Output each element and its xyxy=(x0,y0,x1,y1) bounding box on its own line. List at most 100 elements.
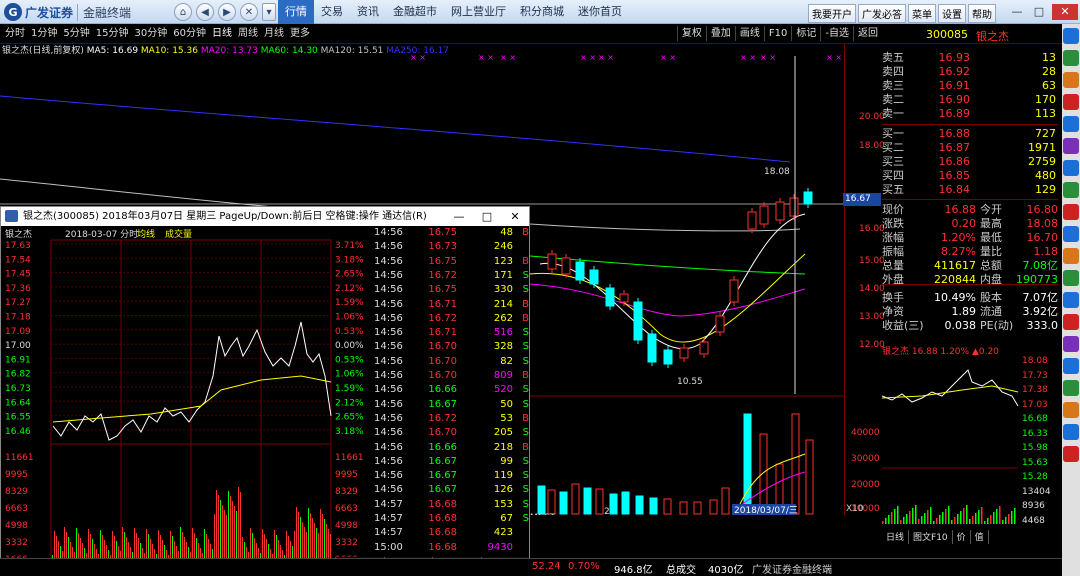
trade-row: 14:56 16.66 520 S xyxy=(371,384,531,398)
ask-row[interactable]: 卖五 16.93 13 xyxy=(882,50,1058,65)
minute-vol-bar xyxy=(150,539,151,559)
trade-price: 16.72 xyxy=(428,312,457,324)
minute-vol-bar xyxy=(76,528,77,559)
trade-price: 16.67 xyxy=(428,484,457,496)
period-tab[interactable]: 1分钟 xyxy=(28,27,60,41)
minute-pct-tick: 3.71% xyxy=(335,241,364,251)
candle-body xyxy=(589,269,599,285)
dropdown-icon[interactable]: ▾ xyxy=(262,3,276,21)
quote-tab[interactable]: 值 xyxy=(971,530,989,544)
top-button[interactable]: 帮助 xyxy=(968,4,996,23)
side-tool-icon[interactable] xyxy=(1063,402,1079,418)
minute-chart[interactable]: 银之杰 2018-03-07 分时均线 成交量 17.63 3.71% 17.54 3.18… xyxy=(1,226,371,575)
stat-label: PE(动) xyxy=(980,319,1014,332)
forward-icon[interactable]: ▶ xyxy=(218,3,236,21)
quote-tab[interactable]: 图文F10 xyxy=(909,530,953,544)
minute-vol-bar xyxy=(152,544,153,559)
period-tab[interactable]: 月线 xyxy=(261,27,287,41)
period-tab[interactable]: 周线 xyxy=(235,27,261,41)
side-tool-icon[interactable] xyxy=(1063,204,1079,220)
quote-tab[interactable]: 价 xyxy=(953,530,971,544)
minimize-icon[interactable]: — xyxy=(1008,4,1026,20)
side-tool-icon[interactable] xyxy=(1063,248,1079,264)
tool-button[interactable]: 画线 xyxy=(734,26,764,41)
trade-price: 16.68 xyxy=(428,541,457,553)
bid-row[interactable]: 买四 16.85 480 xyxy=(882,168,1058,183)
side-tool-icon[interactable] xyxy=(1063,116,1079,132)
side-tool-icon[interactable] xyxy=(1063,182,1079,198)
period-tab[interactable]: 30分钟 xyxy=(131,27,170,41)
side-tool-icon[interactable] xyxy=(1063,72,1079,88)
period-tab[interactable]: 更多 xyxy=(287,27,313,41)
top-menu-item[interactable]: 交易 xyxy=(314,0,350,24)
bid-row[interactable]: 买三 16.86 2759 xyxy=(882,154,1058,169)
side-tool-icon[interactable] xyxy=(1063,270,1079,286)
side-tool-icon[interactable] xyxy=(1063,380,1079,396)
side-tool-icon[interactable] xyxy=(1063,446,1079,462)
quote-tab[interactable]: 日线 xyxy=(882,530,910,544)
tool-button[interactable]: 复权 xyxy=(676,26,706,41)
top-menu-item[interactable]: 积分商城 xyxy=(513,0,571,24)
top-menu-item[interactable]: 行情 xyxy=(278,0,314,24)
ask-row[interactable]: 卖二 16.90 170 xyxy=(882,92,1058,107)
candle-body xyxy=(775,201,785,221)
close-tab-icon[interactable]: ✕ xyxy=(240,3,258,21)
side-tool-icon[interactable] xyxy=(1063,358,1079,374)
top-button[interactable]: 我要开户 xyxy=(808,4,856,23)
trade-volume: 119 xyxy=(493,470,513,482)
top-menu-item[interactable]: 金融超市 xyxy=(386,0,444,24)
side-tool-icon[interactable] xyxy=(1063,28,1079,44)
minute-vol-tick: 11661 xyxy=(335,453,364,463)
top-button[interactable]: 设置 xyxy=(938,4,966,23)
volume-bar xyxy=(583,487,592,515)
bid-row[interactable]: 买二 16.87 1971 xyxy=(882,140,1058,155)
trade-direction xyxy=(513,527,529,541)
popup-maximize-icon[interactable]: □ xyxy=(473,207,501,226)
period-tab[interactable]: 5分钟 xyxy=(60,27,92,41)
period-tab[interactable]: 日线 xyxy=(209,27,235,41)
side-tool-icon[interactable] xyxy=(1063,226,1079,242)
back-icon[interactable]: ◀ xyxy=(196,3,214,21)
side-tool-icon[interactable] xyxy=(1063,94,1079,110)
top-menu-item[interactable]: 网上营业厅 xyxy=(444,0,513,24)
side-tool-icon[interactable] xyxy=(1063,336,1079,352)
top-menu-item[interactable]: 迷你首页 xyxy=(571,0,629,24)
trade-row: 14:57 16.68 153 S xyxy=(371,499,531,513)
popup-close-icon[interactable]: ✕ xyxy=(501,207,529,226)
popup-minimize-icon[interactable]: — xyxy=(445,207,473,226)
ask-row[interactable]: 卖四 16.92 28 xyxy=(882,64,1058,79)
ask-volume: 13 xyxy=(1042,50,1056,64)
tool-button[interactable]: -自选 xyxy=(820,26,853,41)
side-tool-icon[interactable] xyxy=(1063,50,1079,66)
tool-button[interactable]: 叠加 xyxy=(705,26,735,41)
bid-volume: 727 xyxy=(1035,126,1056,140)
bid-row[interactable]: 买五 16.84 129 xyxy=(882,182,1058,197)
side-tool-icon[interactable] xyxy=(1063,314,1079,330)
top-button[interactable]: 菜单 xyxy=(908,4,936,23)
tool-button[interactable]: 标记 xyxy=(791,26,820,41)
bid-row[interactable]: 买一 16.88 727 xyxy=(882,126,1058,141)
side-tool-icon[interactable] xyxy=(1063,292,1079,308)
side-tool-icon[interactable] xyxy=(1063,424,1079,440)
period-tab[interactable]: 60分钟 xyxy=(170,27,209,41)
maximize-icon[interactable]: □ xyxy=(1030,4,1048,20)
tool-button[interactable]: F10 xyxy=(763,26,791,41)
close-icon[interactable]: ✕ xyxy=(1052,4,1078,20)
ask-row[interactable]: 卖一 16.89 113 xyxy=(882,106,1058,121)
top-menu-item[interactable]: 资讯 xyxy=(350,0,386,24)
trade-direction: S xyxy=(522,398,529,410)
period-tab[interactable]: 15分钟 xyxy=(93,27,132,41)
event-mark: × × xyxy=(826,53,842,62)
ask-row[interactable]: 卖三 16.91 63 xyxy=(882,78,1058,93)
ask-price: 16.91 xyxy=(938,78,971,92)
side-tool-icon[interactable] xyxy=(1063,160,1079,176)
home-icon[interactable]: ⌂ xyxy=(174,3,192,21)
stat-row: 涨跌 0.20 最高 18.08 xyxy=(882,216,1058,231)
stat-value: 16.70 xyxy=(1026,230,1059,244)
tool-button[interactable]: 返回 xyxy=(853,26,882,41)
top-button[interactable]: 广发必答 xyxy=(858,4,906,23)
mini-vol-bar xyxy=(882,521,884,524)
period-tab[interactable]: 分时 xyxy=(2,27,28,41)
minute-vol-bar xyxy=(256,543,257,559)
side-tool-icon[interactable] xyxy=(1063,138,1079,154)
